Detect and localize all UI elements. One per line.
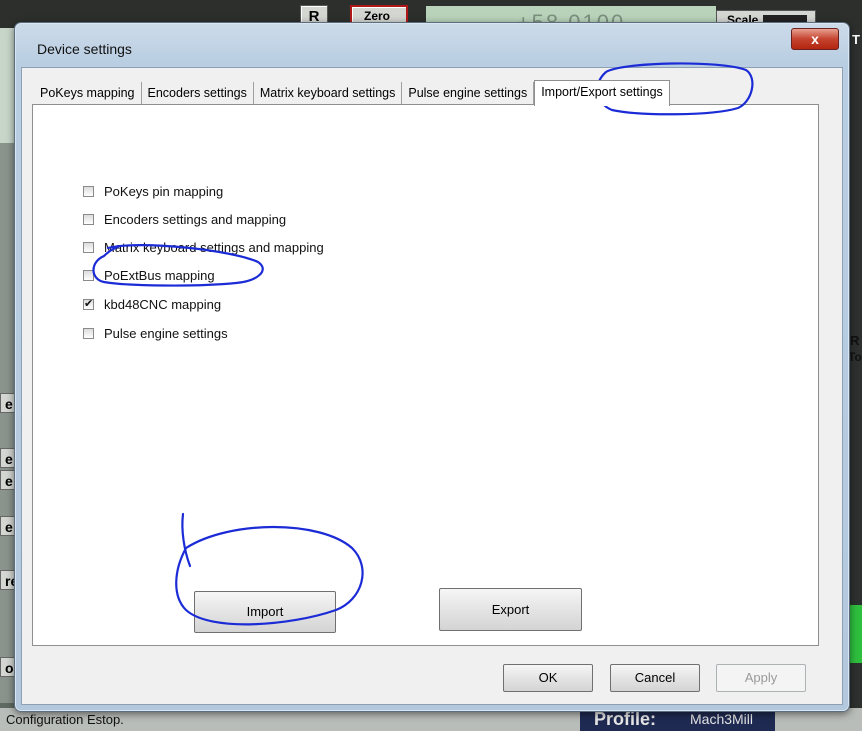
poextbus-mapping-checkbox[interactable] <box>83 269 94 281</box>
pokeys-pin-mapping-checkbox[interactable] <box>83 185 94 197</box>
background-status-text: Configuration Estop. <box>6 712 124 727</box>
matrix-keyboard-checkbox[interactable] <box>83 241 94 253</box>
close-icon: x <box>811 31 819 47</box>
device-settings-dialog: Device settings x PoKeys mapping Encoder… <box>14 22 850 712</box>
import-export-panel: PoKeys pin mapping Encoders settings and… <box>32 104 819 646</box>
option-kbd48cnc-mapping[interactable]: kbd48CNC mapping <box>83 295 221 313</box>
tab-pokeys-mapping[interactable]: PoKeys mapping <box>34 82 142 104</box>
encoders-settings-checkbox[interactable] <box>83 213 94 225</box>
option-poextbus-mapping[interactable]: PoExtBus mapping <box>83 266 215 284</box>
apply-button[interactable]: Apply <box>716 664 806 692</box>
pulse-engine-settings-checkbox[interactable] <box>83 327 94 339</box>
option-label: kbd48CNC mapping <box>104 296 222 312</box>
kbd48cnc-mapping-checkbox[interactable] <box>83 297 94 310</box>
option-pokeys-pin-mapping[interactable]: PoKeys pin mapping <box>83 182 223 200</box>
ok-button[interactable]: OK <box>503 664 593 692</box>
tab-pulse-engine-settings[interactable]: Pulse engine settings <box>402 82 535 104</box>
export-button[interactable]: Export <box>439 588 582 631</box>
background-right-letter-to: To <box>848 350 862 364</box>
background-right-letter-r: R <box>850 333 860 348</box>
option-pulse-engine-settings[interactable]: Pulse engine settings <box>83 324 228 342</box>
option-label: Pulse engine settings <box>104 325 228 341</box>
option-matrix-keyboard-mapping[interactable]: Matrix keyboard settings and mapping <box>83 238 324 256</box>
background-right-letter-t: T <box>852 32 860 47</box>
tab-strip: PoKeys mapping Encoders settings Matrix … <box>34 80 670 106</box>
tab-import-export-settings[interactable]: Import/Export settings <box>534 80 670 106</box>
tab-matrix-keyboard-settings[interactable]: Matrix keyboard settings <box>254 82 403 104</box>
close-button[interactable]: x <box>791 28 839 50</box>
dialog-client-area: PoKeys mapping Encoders settings Matrix … <box>21 67 843 705</box>
dialog-title: Device settings <box>37 41 132 57</box>
option-label: PoExtBus mapping <box>104 267 215 283</box>
cancel-button[interactable]: Cancel <box>610 664 700 692</box>
profile-value: Mach3Mill <box>690 711 754 727</box>
option-label: Encoders settings and mapping <box>104 211 287 227</box>
import-button[interactable]: Import <box>194 591 336 633</box>
option-label: PoKeys pin mapping <box>104 183 224 199</box>
option-encoders-settings-mapping[interactable]: Encoders settings and mapping <box>83 210 286 228</box>
tab-encoders-settings[interactable]: Encoders settings <box>142 82 254 104</box>
option-label: Matrix keyboard settings and mapping <box>104 239 324 255</box>
